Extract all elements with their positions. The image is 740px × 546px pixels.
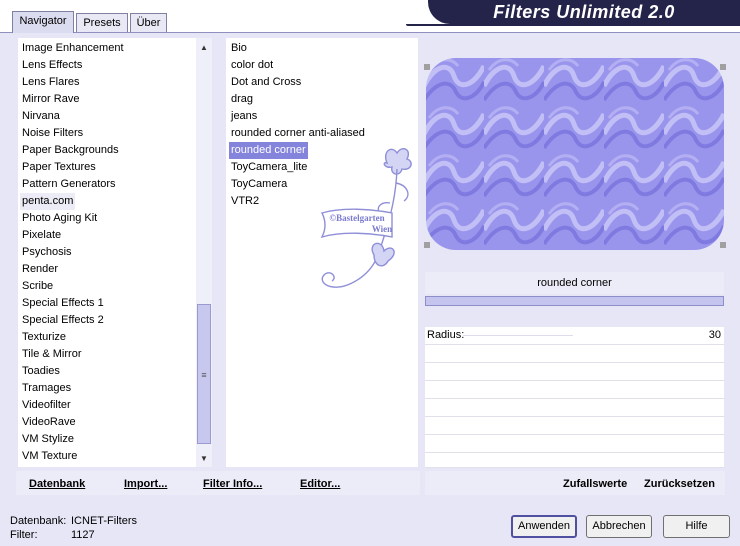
param-radius-slider[interactable] [463,335,573,336]
apply-button[interactable]: Anwenden [511,515,577,538]
tab-navigator-label: Navigator [19,15,67,27]
params-title: rounded corner [425,272,724,294]
title-underline [406,24,740,26]
menu-editor[interactable]: Editor... [300,478,340,490]
param-radius-value[interactable]: 30 [709,329,721,341]
tab-uber-label: Über [136,17,161,29]
filter-item[interactable]: rounded corner [229,142,308,159]
category-item[interactable]: Toadies [20,363,62,380]
help-button-label: Hilfe [685,520,708,532]
tab-presets[interactable]: Presets [76,13,128,32]
category-item[interactable]: VM Texture [20,448,79,465]
category-item[interactable]: Paper Textures [20,159,98,176]
crop-handle[interactable] [424,242,430,248]
crop-handle[interactable] [424,64,430,70]
category-item[interactable]: Pixelate [20,227,63,244]
category-item[interactable]: Pattern Generators [20,176,118,193]
filter-item[interactable]: Bio [229,40,249,57]
category-item[interactable]: Photo Aging Kit [20,210,99,227]
filter-item[interactable]: rounded corner anti-aliased [229,125,367,142]
tab-presets-label: Presets [83,17,121,29]
category-item[interactable]: Tramages [20,380,73,397]
category-item[interactable]: Tile & Mirror [20,346,83,363]
tab-navigator[interactable]: Navigator [12,11,74,33]
params-progress-bar [425,296,724,306]
filter-item[interactable]: ToyCamera_lite [229,159,309,176]
tab-uber[interactable]: Über [130,13,167,32]
category-item[interactable]: penta.com [20,193,76,210]
watermark-flower-logo: ©Bastelgarten Wien [320,148,412,288]
app-title-banner: Filters Unlimited 2.0 [428,0,740,24]
category-item[interactable]: Videofilter [20,397,73,414]
filter-item[interactable]: Dot and Cross [229,74,303,91]
param-radius-label: Radius: [427,329,465,341]
crop-handle[interactable] [720,64,726,70]
menu-reset[interactable]: Zurücksetzen [644,478,715,490]
category-item[interactable]: VM Stylize [20,431,76,448]
watermark-line1: ©Bastelgarten [329,213,384,223]
filter-item[interactable]: ToyCamera [229,176,289,193]
category-item[interactable]: Nirvana [20,108,62,125]
param-radius-row[interactable]: Radius: 30 [425,327,724,345]
params-title-text: rounded corner [537,277,612,289]
category-item[interactable]: Special Effects 2 [20,312,106,329]
info-filter-value: 1127 [71,529,95,541]
menu-filter-info[interactable]: Filter Info... [203,478,262,490]
preview-image [426,58,724,250]
crop-handle[interactable] [720,242,726,248]
cancel-button-label: Abbrechen [592,520,646,532]
category-item[interactable]: Noise Filters [20,125,85,142]
filter-item[interactable]: color dot [229,57,275,74]
menu-random-values[interactable]: Zufallswerte [563,478,627,490]
watermark-line2: Wien [372,224,392,234]
param-empty-row [425,417,724,435]
help-button[interactable]: Hilfe [663,515,730,538]
category-item[interactable]: Texturize [20,329,68,346]
filter-item[interactable]: drag [229,91,255,108]
scroll-thumb[interactable]: ≡ [197,304,211,444]
category-item[interactable]: Image Enhancement [20,40,126,57]
apply-button-label: Anwenden [518,520,570,532]
menu-import[interactable]: Import... [124,478,167,490]
scroll-down-arrow-icon[interactable]: ▼ [196,451,212,467]
category-item[interactable]: Special Effects 1 [20,295,106,312]
param-empty-row [425,381,724,399]
category-item[interactable]: Psychosis [20,244,74,261]
info-filter-label: Filter: [10,529,38,541]
filter-item[interactable]: jeans [229,108,259,125]
category-item[interactable]: Lens Effects [20,57,84,74]
category-item[interactable]: VideoRave [20,414,78,431]
tab-divider [0,32,740,33]
param-empty-row [425,345,724,363]
filter-item[interactable]: VTR2 [229,193,261,210]
info-db-value: ICNET-Filters [71,515,137,527]
app-title: Filters Unlimited 2.0 [493,2,675,22]
param-empty-row [425,363,724,381]
category-item[interactable]: Render [20,261,60,278]
menu-datenbank[interactable]: Datenbank [29,478,85,490]
preview-area [424,56,726,252]
param-empty-row [425,399,724,417]
scroll-up-arrow-icon[interactable]: ▲ [196,40,212,56]
param-empty-row [425,435,724,453]
category-item[interactable]: Scribe [20,278,55,295]
info-db-label: Datenbank: [10,515,67,527]
category-item[interactable]: Paper Backgrounds [20,142,121,159]
category-item[interactable]: Lens Flares [20,74,81,91]
param-empty-row [425,453,724,468]
category-scrollbar[interactable]: ▲ ≡ ▼ [196,38,212,467]
category-item[interactable]: Mirror Rave [20,91,81,108]
cancel-button[interactable]: Abbrechen [586,515,652,538]
category-list[interactable]: Image Enhancement Lens Effects Lens Flares… [18,38,196,467]
